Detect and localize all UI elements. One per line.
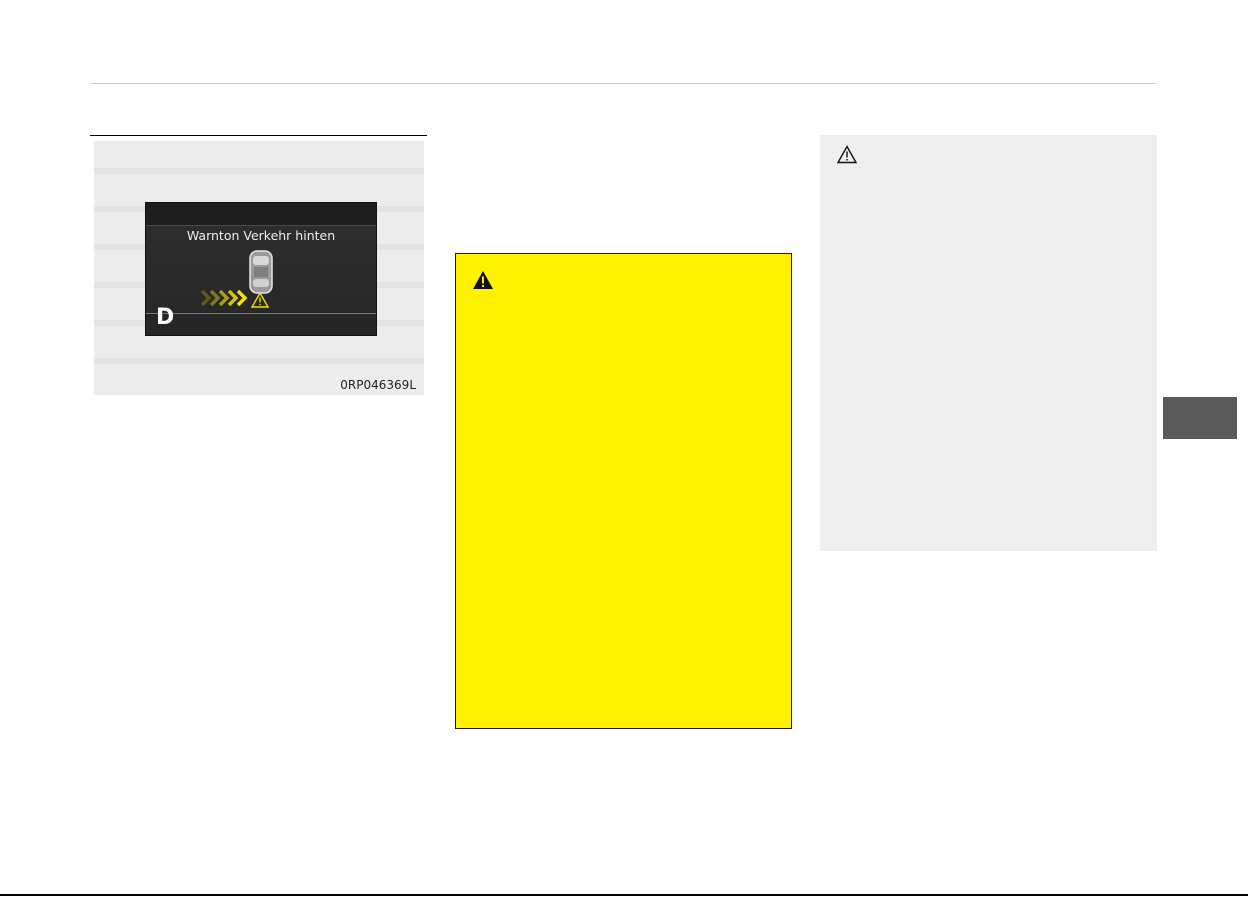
cluster-message: Warnton Verkehr hinten bbox=[186, 228, 336, 243]
cluster-display: Warnton Verkehr hinten D bbox=[145, 202, 377, 336]
warning-box bbox=[455, 253, 792, 729]
bottom-rule bbox=[0, 894, 1248, 896]
car-top-view-icon bbox=[249, 250, 273, 294]
warning-triangle-icon bbox=[251, 292, 269, 308]
figure-caption: 0RP046369L bbox=[340, 378, 416, 392]
warning-triangle-outline-icon bbox=[837, 145, 857, 164]
chapter-tab bbox=[1163, 397, 1237, 439]
figure-header-rule bbox=[90, 135, 427, 136]
cluster-divider bbox=[146, 313, 376, 314]
approach-arrows-icon bbox=[200, 289, 248, 307]
caution-box bbox=[820, 135, 1157, 551]
top-rule bbox=[90, 83, 1156, 84]
gear-indicator: D bbox=[156, 305, 175, 330]
warning-triangle-filled-icon bbox=[473, 271, 493, 289]
cluster-top-bar bbox=[146, 203, 376, 226]
